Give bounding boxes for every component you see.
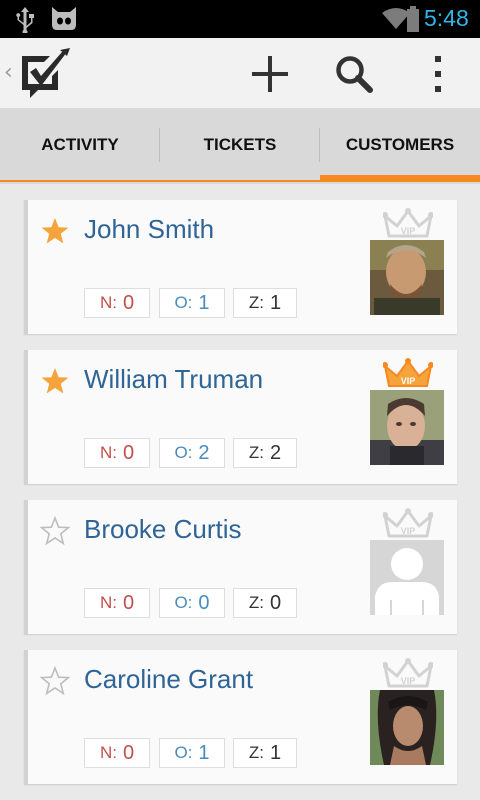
add-button[interactable] (246, 52, 294, 96)
cyanogen-icon (52, 7, 76, 30)
customer-avatar (370, 390, 444, 465)
open-label: O: (174, 293, 193, 312)
closed-count-badge: Z: 0 (233, 588, 297, 618)
up-caret-icon[interactable]: ‹ (4, 60, 13, 85)
customer-list: John Smith N: 0 O: 1 Z: 1 VIP William Tr… (0, 184, 480, 800)
closed-label: Z: (248, 593, 264, 612)
star-outline-icon[interactable] (40, 666, 70, 696)
customer-card[interactable]: William Truman N: 0 O: 2 Z: 2 VIP (24, 350, 457, 484)
closed-label: Z: (248, 443, 264, 462)
new-count: 0 (122, 291, 135, 314)
open-count: 2 (198, 441, 210, 464)
open-count-badge: O: 1 (159, 738, 225, 768)
customer-card[interactable]: John Smith N: 0 O: 1 Z: 1 VIP (24, 200, 457, 334)
avatar-photo (370, 240, 444, 315)
tab-selected-indicator (320, 175, 480, 182)
avatar-photo (370, 390, 444, 465)
new-count-badge: N: 0 (84, 288, 150, 318)
svg-text:VIP: VIP (401, 226, 416, 236)
new-count: 0 (122, 591, 135, 614)
new-count: 0 (122, 741, 135, 764)
wifi-icon (382, 8, 410, 29)
customer-avatar (370, 540, 444, 615)
new-count: 0 (122, 441, 135, 464)
tab-label: CUSTOMERS (345, 135, 455, 154)
tab-label: ACTIVITY (41, 135, 119, 154)
tab-bar: ACTIVITY TICKETS CUSTOMERS (0, 108, 480, 184)
open-label: O: (174, 743, 193, 762)
open-label: O: (174, 593, 193, 612)
closed-count: 1 (269, 741, 282, 764)
usb-icon (16, 7, 34, 33)
new-count-badge: N: 0 (84, 738, 150, 768)
new-label: N: (99, 593, 117, 612)
closed-count-badge: Z: 2 (233, 438, 297, 468)
vip-crown-icon: VIP (383, 658, 433, 688)
new-count-badge: N: 0 (84, 438, 150, 468)
search-icon (336, 56, 373, 93)
tab-customers[interactable]: CUSTOMERS (320, 108, 480, 184)
open-count: 1 (198, 291, 210, 314)
closed-count-badge: Z: 1 (233, 288, 297, 318)
customer-card[interactable]: Brooke Curtis N: 0 O: 0 Z: 0 VIP (24, 500, 457, 634)
tab-tickets[interactable]: TICKETS (160, 108, 320, 184)
battery-icon (407, 6, 419, 32)
star-filled-icon[interactable] (40, 366, 70, 396)
avatar-placeholder-icon (370, 540, 444, 615)
star-outline-icon[interactable] (40, 516, 70, 546)
open-label: O: (174, 443, 193, 462)
star-filled-icon[interactable] (40, 216, 70, 246)
new-label: N: (99, 293, 117, 312)
customer-avatar (370, 690, 444, 765)
svg-text:VIP: VIP (401, 526, 416, 536)
status-bar: 5:48 (0, 0, 480, 38)
customer-name[interactable]: Brooke Curtis (84, 514, 242, 545)
more-vertical-icon (435, 56, 441, 92)
closed-count: 0 (269, 591, 282, 614)
customer-card[interactable]: Caroline Grant N: 0 O: 1 Z: 1 VIP (24, 650, 457, 784)
plus-icon (252, 56, 288, 92)
open-count: 1 (198, 741, 210, 764)
customer-name[interactable]: John Smith (84, 214, 214, 245)
customer-avatar (370, 240, 444, 315)
tab-label: TICKETS (203, 135, 277, 154)
vip-crown-icon: VIP (383, 208, 433, 238)
overflow-menu-button[interactable] (414, 52, 462, 96)
open-count-badge: O: 0 (159, 588, 225, 618)
new-label: N: (99, 443, 117, 462)
svg-text:VIP: VIP (401, 676, 416, 686)
app-logo-icon[interactable] (16, 48, 70, 98)
closed-count: 1 (269, 291, 282, 314)
customer-name[interactable]: William Truman (84, 364, 263, 395)
tab-activity[interactable]: ACTIVITY (0, 108, 160, 184)
svg-text:VIP: VIP (401, 376, 416, 386)
tab-underline (0, 180, 160, 182)
new-label: N: (99, 743, 117, 762)
action-bar: ‹ (0, 38, 480, 108)
customer-name[interactable]: Caroline Grant (84, 664, 253, 695)
vip-crown-icon: VIP (383, 508, 433, 538)
open-count: 0 (198, 591, 210, 614)
new-count-badge: N: 0 (84, 588, 150, 618)
closed-count-badge: Z: 1 (233, 738, 297, 768)
search-button[interactable] (330, 52, 378, 96)
vip-crown-icon: VIP (383, 358, 433, 387)
closed-label: Z: (248, 743, 264, 762)
open-count-badge: O: 1 (159, 288, 225, 318)
tab-underline (160, 180, 320, 182)
avatar-photo (370, 690, 444, 765)
closed-label: Z: (248, 293, 264, 312)
open-count-badge: O: 2 (159, 438, 225, 468)
closed-count: 2 (269, 441, 282, 464)
clock: 5:48 (424, 5, 469, 31)
